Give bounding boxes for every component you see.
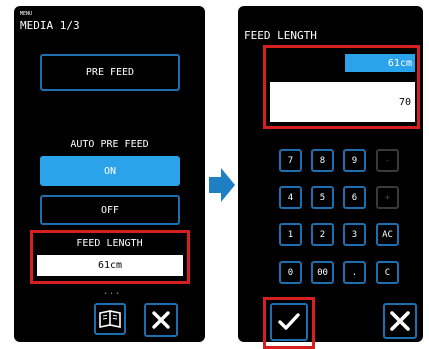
current-value-display: 61cm <box>345 54 415 72</box>
auto-pre-feed-off-button[interactable]: OFF <box>40 195 180 225</box>
confirm-button[interactable] <box>270 303 308 341</box>
key-0[interactable]: 0 <box>279 261 302 284</box>
auto-pre-feed-on-button[interactable]: ON <box>40 156 180 186</box>
close-icon <box>152 311 170 329</box>
media-menu-screen: MENU MEDIA 1/3 PRE FEED AUTO PRE FEED ON… <box>14 6 205 342</box>
check-icon <box>278 313 300 330</box>
key-4[interactable]: 4 <box>279 186 302 209</box>
key-2[interactable]: 2 <box>311 223 334 246</box>
key-6[interactable]: 6 <box>343 186 366 209</box>
key-ac[interactable]: AC <box>376 223 399 246</box>
right-arrow-icon <box>209 168 235 202</box>
key-3[interactable]: 3 <box>343 223 366 246</box>
feed-length-value-field[interactable]: 61cm <box>37 255 183 276</box>
key-c[interactable]: C <box>376 261 399 284</box>
feed-length-label: FEED LENGTH <box>76 238 143 249</box>
numeric-input-field[interactable]: 70 <box>270 82 415 122</box>
key-minus: - <box>376 149 399 172</box>
key-9[interactable]: 9 <box>343 149 366 172</box>
book-icon <box>99 310 121 328</box>
close-button[interactable] <box>144 303 178 337</box>
close-icon <box>390 311 410 331</box>
auto-pre-feed-label: AUTO PRE FEED <box>70 139 149 150</box>
key-8[interactable]: 8 <box>311 149 334 172</box>
key-5[interactable]: 5 <box>311 186 334 209</box>
pre-feed-button[interactable]: PRE FEED <box>40 54 180 91</box>
key-7[interactable]: 7 <box>279 149 302 172</box>
menu-label: MENU <box>20 11 33 17</box>
manual-book-button[interactable] <box>94 303 126 335</box>
key-1[interactable]: 1 <box>279 223 302 246</box>
page-indicator-dots: • • • <box>104 291 120 297</box>
key-plus: + <box>376 186 399 209</box>
key-dot[interactable]: . <box>343 261 366 284</box>
close-button[interactable] <box>383 303 417 339</box>
page-title: MEDIA 1/3 <box>20 19 80 32</box>
page-title: FEED LENGTH <box>244 29 317 42</box>
feed-length-screen: FEED LENGTH 61cm 70 7 8 9-4 5 6 +1 2 3 AC 0 00. C <box>238 6 423 349</box>
key-00[interactable]: 00 <box>311 261 334 284</box>
